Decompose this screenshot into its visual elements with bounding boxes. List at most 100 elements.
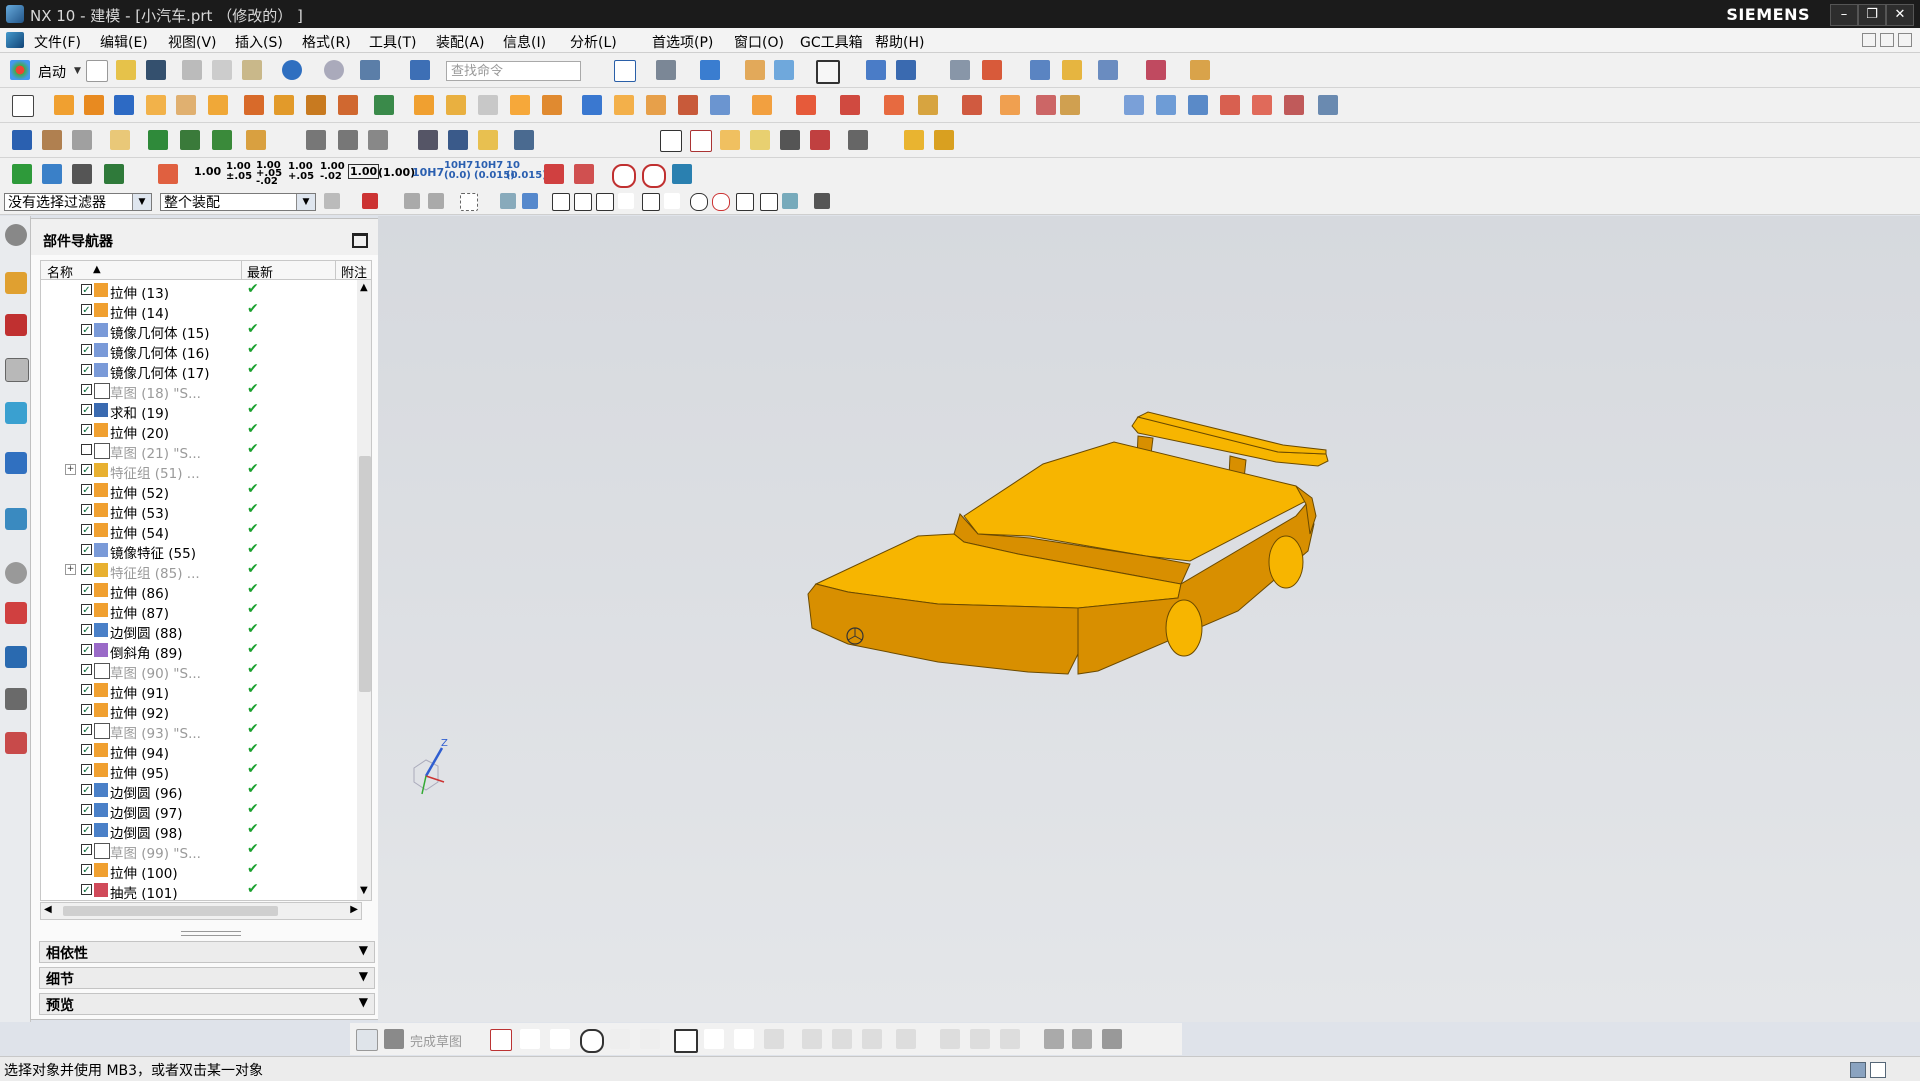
snap-arc-center-icon[interactable] xyxy=(664,193,680,209)
measure-icon[interactable] xyxy=(950,60,970,80)
quick-extend-icon[interactable] xyxy=(832,1029,852,1049)
snap-endpoint-icon[interactable] xyxy=(552,193,570,211)
move-object-icon[interactable] xyxy=(1098,60,1118,80)
chamfer-callout-icon[interactable] xyxy=(574,164,594,184)
pattern-icon[interactable] xyxy=(244,95,264,115)
view-triad[interactable]: Z xyxy=(413,738,448,795)
chamfer-icon[interactable] xyxy=(446,95,466,115)
snap-intersection-icon[interactable] xyxy=(618,193,634,209)
sketch-chamfer-icon[interactable] xyxy=(640,1029,660,1049)
feature-tree-row[interactable]: ✓ 拉伸 (20) ✔ xyxy=(41,420,357,442)
feature-tree-row[interactable]: ✓ 倒斜角 (89) ✔ xyxy=(41,640,357,662)
return-icon[interactable] xyxy=(672,164,692,184)
menu-view[interactable]: 视图(V) xyxy=(168,32,217,52)
through-curves-icon[interactable] xyxy=(1156,95,1176,115)
feature-tree-row[interactable]: ✓ 拉伸 (95) ✔ xyxy=(41,760,357,782)
sweep-icon[interactable] xyxy=(678,95,698,115)
visibility-checkbox[interactable]: ✓ xyxy=(81,484,92,496)
selection-filter-dropdown[interactable]: 没有选择过滤器 ▼ xyxy=(4,193,152,211)
visibility-checkbox[interactable]: ✓ xyxy=(81,804,92,816)
snap-all-icon[interactable] xyxy=(814,193,830,209)
rear-wheel[interactable] xyxy=(1268,535,1304,589)
point-icon[interactable] xyxy=(12,130,32,150)
menu-preferences[interactable]: 首选项(P) xyxy=(652,32,713,52)
linked-face-icon[interactable] xyxy=(1060,95,1080,115)
menu-tools[interactable]: 工具(T) xyxy=(369,32,416,52)
tube-icon[interactable] xyxy=(448,130,468,150)
replace-face-icon[interactable] xyxy=(796,95,816,115)
resize-blend-icon[interactable] xyxy=(962,95,982,115)
select-face-icon[interactable] xyxy=(428,193,444,209)
feature-tree-row[interactable]: ✓ 拉伸 (53) ✔ xyxy=(41,500,357,522)
data-icon[interactable] xyxy=(72,164,92,184)
feature-tree-row[interactable]: 草图 (21) "S... ✔ xyxy=(41,440,357,462)
save-icon[interactable] xyxy=(146,60,166,80)
feature-tree-row[interactable]: ✓ 边倒圆 (88) ✔ xyxy=(41,620,357,642)
feature-tree-row[interactable]: + ✓ 特征组 (85) ... ✔ xyxy=(41,560,357,582)
visibility-checkbox[interactable]: ✓ xyxy=(81,504,92,516)
visibility-checkbox[interactable]: ✓ xyxy=(81,864,92,876)
visibility-checkbox[interactable]: ✓ xyxy=(81,324,92,336)
select-body-icon[interactable] xyxy=(500,193,516,209)
reuse-library-icon[interactable] xyxy=(5,402,27,424)
make-corner-icon[interactable] xyxy=(862,1029,882,1049)
bridge-curve-icon[interactable] xyxy=(368,130,388,150)
menu-file[interactable]: 文件(F) xyxy=(34,32,81,52)
show-hide-icon[interactable] xyxy=(774,60,794,80)
menu-help[interactable]: 帮助(H) xyxy=(875,32,924,52)
offset-region-icon[interactable] xyxy=(1036,95,1056,115)
boss-icon[interactable] xyxy=(146,95,166,115)
restore-button[interactable]: ❐ xyxy=(1858,4,1886,26)
dependencies-panel[interactable]: 相依性 ▼ xyxy=(39,941,375,963)
splitter-handle[interactable] xyxy=(181,931,241,936)
menu-app-icon[interactable] xyxy=(6,32,24,48)
analysis-icon[interactable] xyxy=(1062,60,1082,80)
visibility-checkbox[interactable]: ✓ xyxy=(81,704,92,716)
menu-format[interactable]: 格式(R) xyxy=(302,32,351,52)
visibility-checkbox[interactable]: ✓ xyxy=(81,884,92,896)
expand-icon[interactable]: + xyxy=(65,464,76,475)
snap-icon[interactable] xyxy=(362,193,378,209)
redo-icon[interactable] xyxy=(324,60,344,80)
dim-bilateral-button[interactable]: 1.00 ±.05 xyxy=(226,162,252,182)
sketch-rectangle-icon[interactable] xyxy=(674,1029,698,1053)
radius-icon[interactable] xyxy=(642,164,666,188)
visibility-checkbox[interactable]: ✓ xyxy=(81,404,92,416)
move-face-icon[interactable] xyxy=(884,95,904,115)
snap-point-on-curve-icon[interactable] xyxy=(736,193,754,211)
grid-icon[interactable] xyxy=(1146,60,1166,80)
sketch-arc-icon[interactable] xyxy=(550,1029,570,1049)
diameter-icon[interactable] xyxy=(612,164,636,188)
feature-tree-row[interactable]: ✓ 拉伸 (92) ✔ xyxy=(41,700,357,722)
feature-tree-row[interactable]: + ✓ 特征组 (51) ... ✔ xyxy=(41,460,357,482)
sync-modeling-icon[interactable] xyxy=(752,95,772,115)
new-file-icon[interactable] xyxy=(86,60,108,82)
sketch-polygon-icon[interactable] xyxy=(764,1029,784,1049)
ruler-icon[interactable] xyxy=(1190,60,1210,80)
auto-constrain-icon[interactable] xyxy=(970,1029,990,1049)
scroll-up-icon[interactable]: ▲ xyxy=(360,282,368,293)
thicken-icon[interactable] xyxy=(1284,95,1304,115)
assembly-navigator-icon[interactable] xyxy=(5,272,27,294)
snap-point-icon[interactable] xyxy=(982,60,1002,80)
command-search-input[interactable]: 查找命令 xyxy=(446,61,581,81)
datum-csys-icon[interactable] xyxy=(42,130,62,150)
quick-trim-icon[interactable] xyxy=(802,1029,822,1049)
feature-tree-row[interactable]: ✓ 拉伸 (87) ✔ xyxy=(41,600,357,622)
feature-tree-row[interactable]: ✓ 求和 (19) ✔ xyxy=(41,400,357,422)
emboss-icon[interactable] xyxy=(478,130,498,150)
sew-icon[interactable] xyxy=(1318,95,1338,115)
assembly-nav-icon[interactable] xyxy=(866,60,886,80)
check-mate-icon[interactable] xyxy=(42,164,62,184)
minimize-button[interactable]: – xyxy=(1830,4,1858,26)
pad-icon[interactable] xyxy=(208,95,228,115)
trim-sheet-icon[interactable] xyxy=(1220,95,1240,115)
geometric-constraints-icon[interactable] xyxy=(940,1029,960,1049)
visibility-checkbox[interactable]: ✓ xyxy=(81,624,92,636)
scroll-down-icon[interactable]: ▼ xyxy=(360,885,368,896)
undo-icon[interactable] xyxy=(282,60,302,80)
feature-tree-row[interactable]: ✓ 拉伸 (86) ✔ xyxy=(41,580,357,602)
feature-tree-row[interactable]: ✓ 镜像几何体 (17) ✔ xyxy=(41,360,357,382)
alternate-solution-icon[interactable] xyxy=(1072,1029,1092,1049)
copy-icon[interactable] xyxy=(212,60,232,80)
